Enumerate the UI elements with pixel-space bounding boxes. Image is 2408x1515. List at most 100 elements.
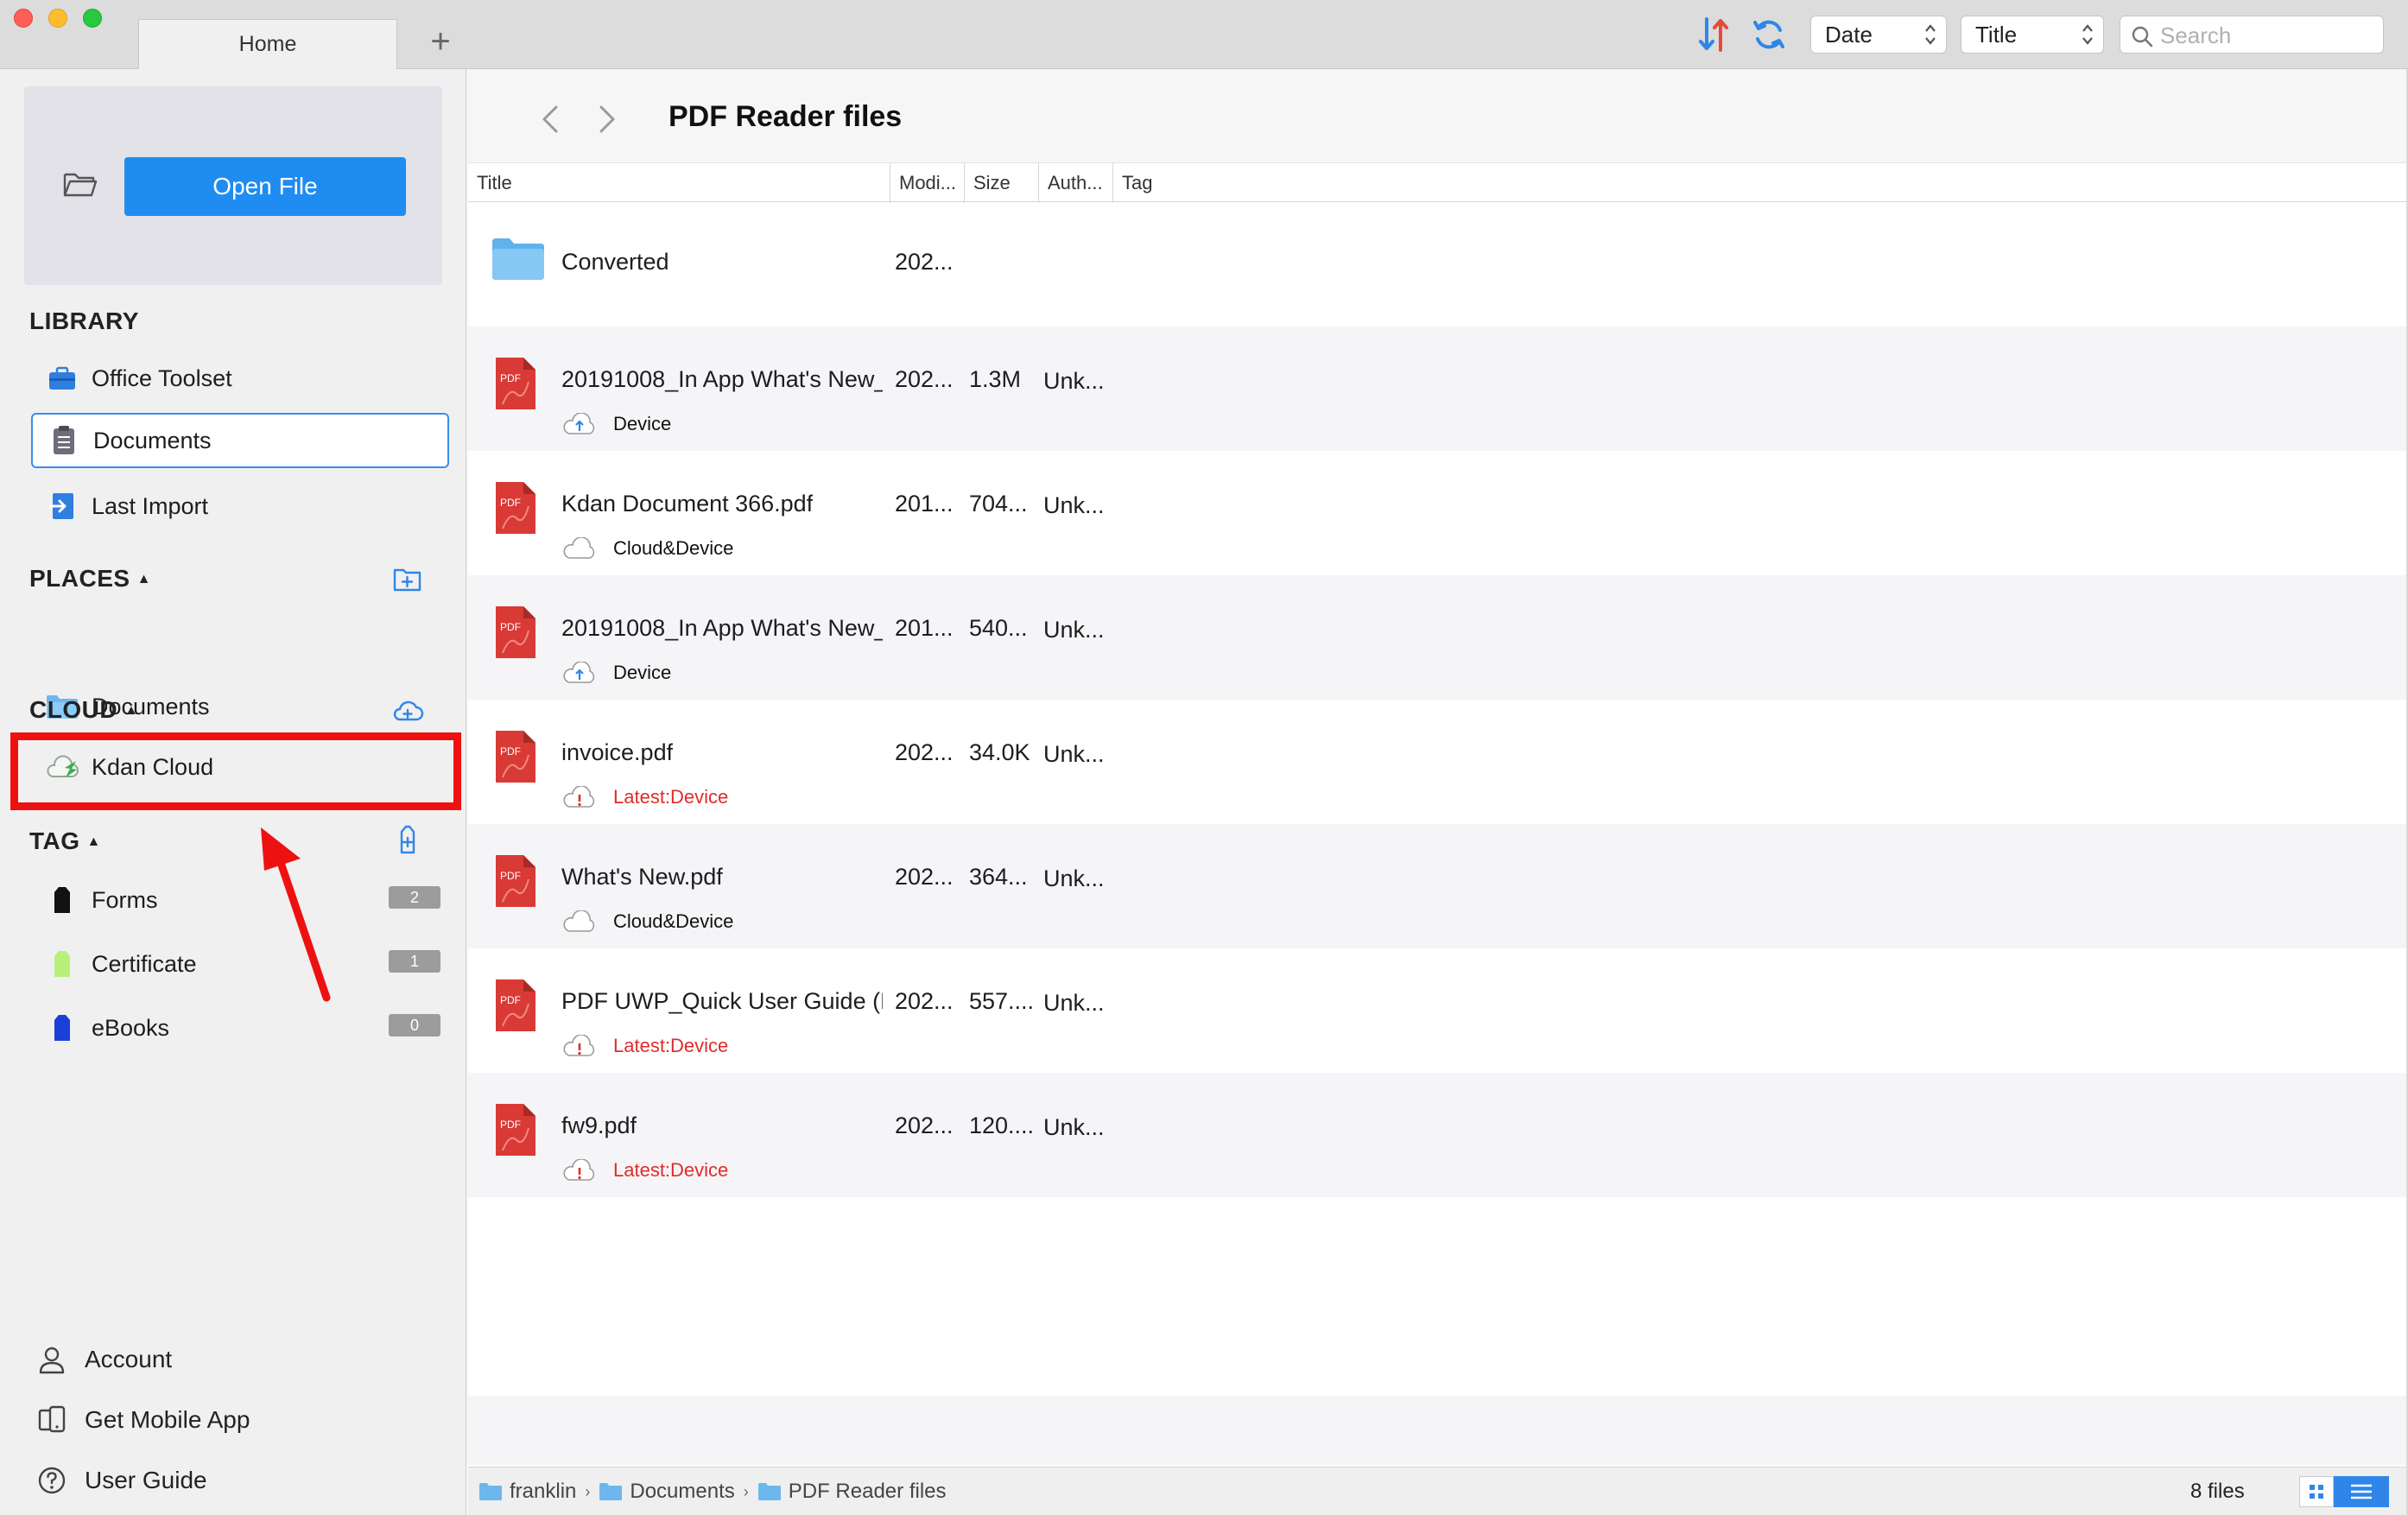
sidebar-item-label: Documents bbox=[93, 427, 212, 453]
sync-label: Device bbox=[613, 413, 672, 434]
refresh-icon[interactable] bbox=[1752, 17, 1786, 52]
cloud-warning-icon bbox=[563, 1035, 595, 1056]
column-header-modified[interactable]: Modi... bbox=[890, 163, 964, 203]
pdf-icon-label: PDF bbox=[500, 870, 521, 882]
sidebar-user-guide[interactable]: User Guide bbox=[35, 1463, 207, 1498]
file-author: Unk... bbox=[1043, 617, 1105, 643]
tag-section-title[interactable]: TAG ▲ bbox=[29, 827, 101, 855]
file-row[interactable]: PDF fw9.pdf 202... 120.... Unk... Latest… bbox=[468, 1073, 2408, 1197]
sidebar-item-last-import[interactable]: Last Import bbox=[31, 479, 449, 534]
file-name: invoice.pdf bbox=[561, 739, 674, 765]
app-window: Home + Date Title Search Open File LIBRA… bbox=[0, 0, 2408, 1515]
list-empty-area bbox=[468, 1396, 2408, 1465]
file-list-header: Title Modi... Size Auth... Tag bbox=[468, 162, 2408, 203]
file-row[interactable]: PDF PDF UWP_Quick User Guide (E. 202... … bbox=[468, 948, 2408, 1073]
breadcrumb-item[interactable]: Documents bbox=[599, 1480, 735, 1504]
pdf-icon-label: PDF bbox=[500, 497, 521, 509]
sync-label: Device bbox=[613, 662, 672, 683]
file-name: 20191008_In App What's New_ bbox=[561, 366, 883, 392]
tab-home[interactable]: Home bbox=[138, 19, 397, 69]
file-modified: 202... bbox=[895, 1112, 954, 1138]
sync-status: Cloud&Device bbox=[561, 537, 733, 560]
document-icon bbox=[47, 423, 81, 458]
column-header-size[interactable]: Size bbox=[964, 163, 1038, 203]
collapse-caret-icon: ▲ bbox=[86, 834, 101, 849]
file-modified: 201... bbox=[895, 615, 954, 641]
pdf-file-icon: PDF bbox=[496, 731, 535, 783]
cloud-section-title[interactable]: CLOUD ▲ bbox=[29, 696, 138, 724]
forward-arrow-icon[interactable] bbox=[594, 102, 620, 136]
pdf-file-icon: PDF bbox=[496, 482, 535, 534]
search-field-value: Title bbox=[1975, 22, 2018, 48]
cloud-synced-icon bbox=[563, 537, 595, 559]
cloud-title: CLOUD bbox=[29, 696, 118, 723]
cloud-synced-icon bbox=[563, 910, 595, 932]
import-icon bbox=[45, 489, 79, 523]
updown-chevron-icon bbox=[2082, 24, 2093, 45]
file-name: PDF UWP_Quick User Guide (E. bbox=[561, 988, 883, 1014]
open-file-button[interactable]: Open File bbox=[124, 157, 406, 216]
sidebar-item-label: eBooks bbox=[92, 1014, 170, 1041]
sort-by-select[interactable]: Date bbox=[1810, 16, 1947, 54]
file-size: 557.... bbox=[969, 988, 1035, 1014]
breadcrumb-label: PDF Reader files bbox=[788, 1480, 947, 1503]
toolbox-icon bbox=[45, 361, 79, 396]
pdf-file-icon: PDF bbox=[496, 979, 535, 1031]
search-input[interactable] bbox=[2160, 22, 2376, 49]
sidebar-item-tag-forms[interactable]: Forms bbox=[31, 872, 449, 928]
sidebar-item-label: Office Toolset bbox=[92, 364, 232, 391]
places-section-title[interactable]: PLACES ▲ bbox=[29, 565, 151, 593]
sort-order-icon[interactable] bbox=[1696, 16, 1731, 54]
close-window-button[interactable] bbox=[14, 9, 33, 28]
breadcrumb-item[interactable]: PDF Reader files bbox=[757, 1480, 947, 1504]
tag-title: TAG bbox=[29, 827, 80, 854]
column-header-title[interactable]: Title bbox=[468, 163, 890, 203]
column-header-tag[interactable]: Tag bbox=[1112, 163, 1372, 203]
add-place-icon[interactable] bbox=[390, 561, 425, 596]
tag-count-badge: 2 bbox=[389, 886, 440, 909]
list-view-button[interactable] bbox=[2334, 1476, 2389, 1507]
add-cloud-icon[interactable] bbox=[390, 693, 425, 727]
sidebar-get-mobile-app[interactable]: Get Mobile App bbox=[35, 1403, 250, 1437]
sidebar-account[interactable]: Account bbox=[35, 1342, 172, 1377]
file-modified: 202... bbox=[895, 864, 954, 890]
pdf-icon-label: PDF bbox=[500, 621, 521, 633]
collapse-caret-icon: ▲ bbox=[136, 572, 151, 586]
pdf-file-icon: PDF bbox=[496, 606, 535, 658]
pdf-icon-label: PDF bbox=[500, 1119, 521, 1131]
file-row[interactable]: PDF 20191008_In App What's New_ 201... 5… bbox=[468, 575, 2408, 700]
open-folder-icon[interactable] bbox=[62, 169, 98, 199]
file-row[interactable]: PDF 20191008_In App What's New_ 202... 1… bbox=[468, 326, 2408, 451]
file-author: Unk... bbox=[1043, 368, 1105, 394]
sidebar-item-tag-certificate[interactable]: Certificate bbox=[31, 936, 449, 992]
search-field-select[interactable]: Title bbox=[1961, 16, 2104, 54]
back-arrow-icon[interactable] bbox=[537, 102, 563, 136]
get-mobile-app-label: Get Mobile App bbox=[85, 1406, 250, 1433]
breadcrumb-item[interactable]: franklin bbox=[478, 1480, 576, 1504]
pdf-icon-label: PDF bbox=[500, 994, 521, 1006]
file-row[interactable]: PDF invoice.pdf 202... 34.0K Unk... Late… bbox=[468, 700, 2408, 824]
file-size: 364... bbox=[969, 864, 1028, 890]
sidebar-item-documents[interactable]: Documents bbox=[31, 413, 449, 468]
tag-icon bbox=[45, 947, 79, 981]
add-tag-icon[interactable] bbox=[390, 822, 425, 857]
sidebar-item-office-toolset[interactable]: Office Toolset bbox=[31, 351, 449, 406]
search-box[interactable] bbox=[2120, 16, 2384, 54]
search-icon bbox=[2132, 26, 2153, 48]
sidebar-item-label: Forms bbox=[92, 886, 158, 913]
page-title: PDF Reader files bbox=[669, 100, 903, 133]
column-header-author[interactable]: Auth... bbox=[1038, 163, 1112, 203]
minimize-window-button[interactable] bbox=[48, 9, 67, 28]
grid-view-button[interactable] bbox=[2299, 1476, 2334, 1507]
zoom-window-button[interactable] bbox=[83, 9, 102, 28]
pdf-file-icon: PDF bbox=[496, 855, 535, 907]
collapse-caret-icon: ▲ bbox=[124, 703, 139, 718]
file-row[interactable]: PDF What's New.pdf 202... 364... Unk... … bbox=[468, 824, 2408, 948]
file-row[interactable]: PDF Kdan Document 366.pdf 201... 704... … bbox=[468, 451, 2408, 575]
sidebar-item-tag-ebooks[interactable]: eBooks bbox=[31, 1000, 449, 1055]
file-row[interactable]: Converted 202... bbox=[468, 202, 2408, 326]
add-tab-button[interactable]: + bbox=[423, 24, 458, 59]
mobile-app-icon bbox=[35, 1403, 69, 1437]
tag-count-badge: 1 bbox=[389, 950, 440, 973]
folder-icon bbox=[757, 1483, 781, 1500]
